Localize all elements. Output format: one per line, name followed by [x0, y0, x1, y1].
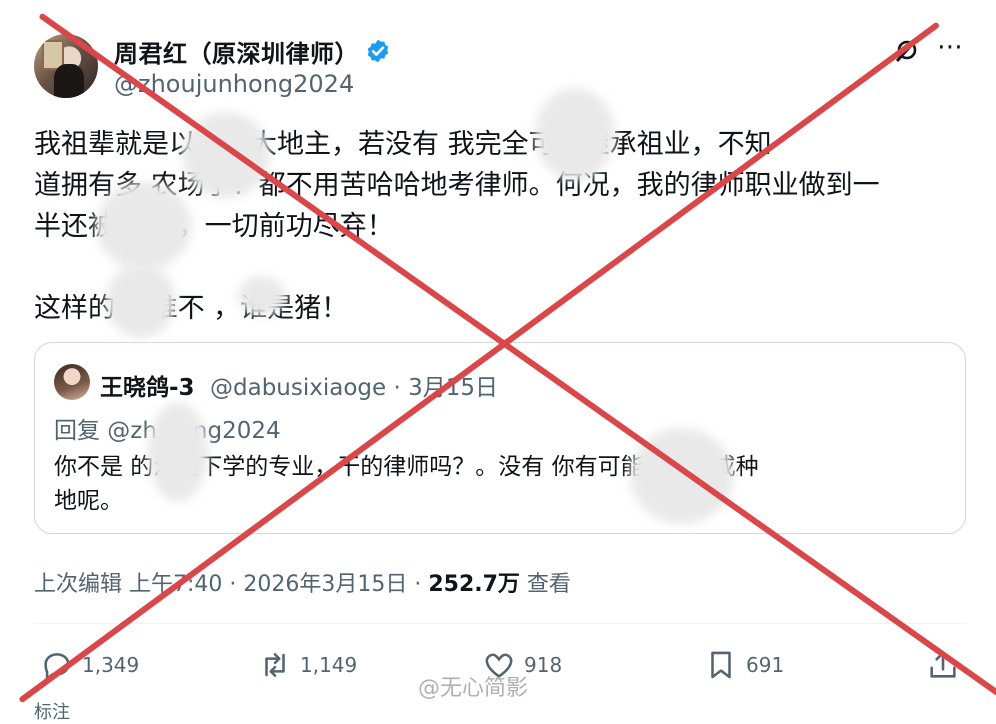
quoted-author-meta: @dabusixiaoge · 3月15日 [210, 375, 498, 401]
like-count: 918 [524, 653, 563, 677]
quoted-author-name[interactable]: 王晓鸽-3 [100, 368, 195, 402]
bookmark-count: 691 [746, 653, 785, 677]
author-name[interactable]: 周君红（原深圳律师） [114, 34, 359, 69]
redaction-blur [96, 182, 192, 270]
cutoff-text: 标注 [34, 702, 70, 723]
redaction-blur [148, 402, 208, 502]
edited-timestamp[interactable]: 上次编辑 上午7:40 · 2026年3月15日 · [34, 572, 428, 597]
redaction-blur [238, 276, 286, 316]
more-options-icon[interactable]: ⋯ [937, 32, 964, 62]
quoted-author-avatar[interactable] [54, 364, 90, 400]
view-count: 252.7万 [428, 572, 520, 597]
redaction-blur [106, 264, 176, 338]
bookmark-icon [711, 651, 731, 679]
tweet-meta: 上次编辑 上午7:40 · 2026年3月15日 · 252.7万 查看 [34, 566, 571, 598]
watermark: @无心简影 [418, 676, 529, 701]
views-label: 查看 [519, 572, 571, 597]
redaction-blur [535, 88, 615, 180]
author-avatar[interactable] [34, 34, 98, 98]
repost-button[interactable]: 1,149 [258, 648, 357, 682]
divider [34, 623, 966, 624]
repost-icon [265, 653, 285, 677]
bookmark-button[interactable]: 691 [704, 648, 784, 682]
verified-badge-icon [367, 39, 389, 63]
repost-count: 1,149 [300, 653, 358, 677]
reply-count: 1,349 [82, 653, 140, 677]
tweet-line: 我祖辈就是以前的大地主，若没有 我完全可以继承祖业，不知 [34, 129, 772, 160]
